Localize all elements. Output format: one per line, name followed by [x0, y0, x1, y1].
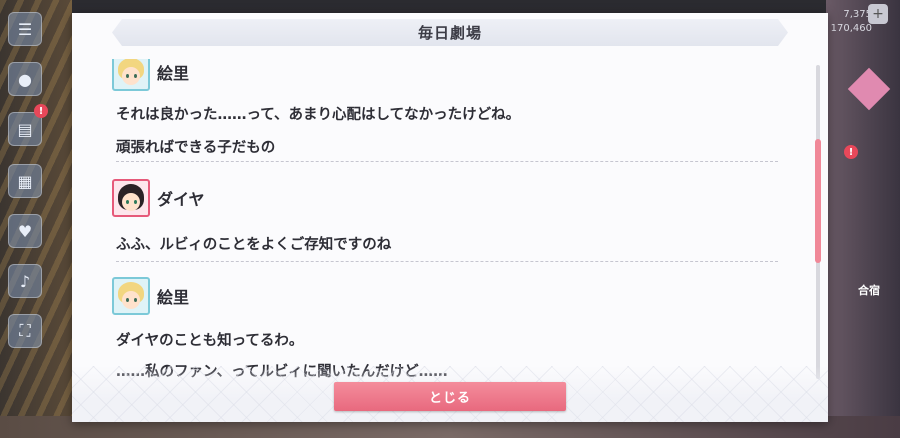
dialogue-line: それは良かった……って、あまり心配はしてなかったけどね。	[116, 107, 521, 123]
currency-second-value: 170,460	[830, 23, 872, 34]
dialogue-log[interactable]: 絵里 それは良かった……って、あまり心配はしてなかったけどね。 頑張ればできる子…	[112, 59, 782, 379]
entry-header: 絵里	[112, 59, 778, 93]
close-button[interactable]: とじる	[334, 382, 566, 411]
heart-icon[interactable]: ♥	[8, 214, 42, 248]
music-icon[interactable]: ♪	[8, 264, 42, 298]
dialogue-entry: ダイヤ ふふ、ルビィのことをよくご存知ですのね	[112, 177, 778, 254]
training-camp-button[interactable]: 合宿	[858, 282, 880, 298]
daily-theater-dialog: 毎日劇場 絵里 それは良かった……って、あまり心配はしてなかったけどね。 頑張れ…	[72, 13, 828, 422]
currency-display: 7,375 170,460	[831, 8, 872, 36]
currency-top-value: 7,375	[843, 9, 872, 20]
menu-icon[interactable]: ☰	[8, 12, 42, 46]
dialogue-entry: 絵里 それは良かった……って、あまり心配はしてなかったけどね。 頑張ればできる子…	[112, 59, 778, 157]
speaker-name: 絵里	[157, 64, 190, 83]
entry-divider	[116, 261, 778, 262]
scrollbar-thumb[interactable]	[815, 139, 821, 263]
speaker-name: 絵里	[157, 288, 190, 307]
eli-avatar-icon	[112, 277, 150, 315]
right-badge-icon: !	[844, 145, 858, 159]
dialogue-entry: 絵里 ダイヤのことも知ってるわ。 ……私のファン、ってルビィに聞いたんだけど……	[112, 275, 778, 379]
fullscreen-icon[interactable]: ⛶	[8, 314, 42, 348]
dialogue-line: ダイヤのことも知ってるわ。	[116, 333, 304, 349]
entry-header: ダイヤ	[112, 177, 778, 219]
close-button-label: とじる	[428, 391, 471, 406]
entry-divider	[116, 161, 778, 162]
present-icon[interactable]: ▦	[8, 164, 42, 198]
dia-avatar-icon	[112, 179, 150, 217]
background-add-icon[interactable]: +	[868, 4, 888, 24]
speaker-name: ダイヤ	[157, 190, 205, 209]
dialogue-line: 頑張ればできる子だもの	[116, 140, 276, 156]
entry-header: 絵里	[112, 275, 778, 317]
chat-icon[interactable]: ●	[8, 62, 42, 96]
dialogue-line: ふふ、ルビィのことをよくご存知ですのね	[116, 237, 392, 253]
mission-badge-icon: !	[34, 104, 48, 118]
background-right-panel	[826, 0, 900, 438]
dialog-title: 毎日劇場	[417, 24, 482, 42]
eli-avatar-icon	[112, 59, 150, 91]
dialog-header: 毎日劇場	[112, 19, 788, 46]
